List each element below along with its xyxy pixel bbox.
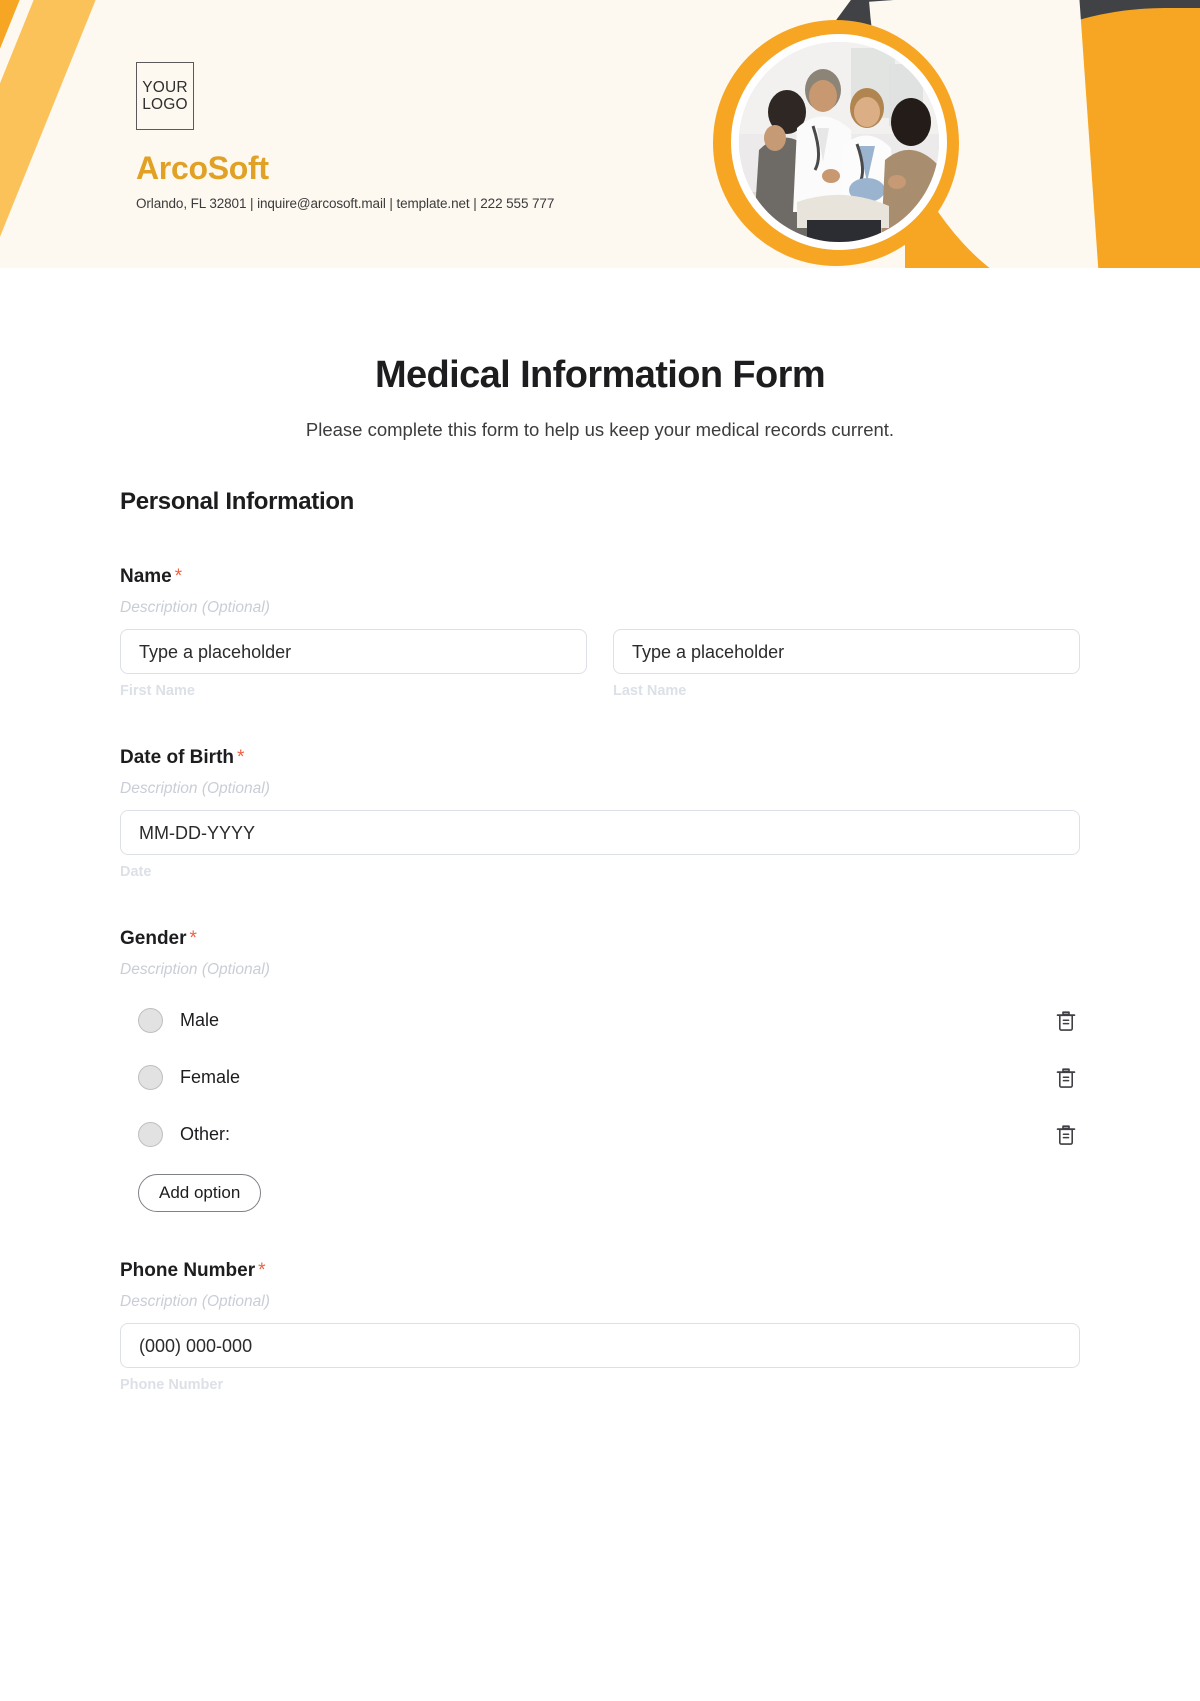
gender-option-female[interactable]: Female	[120, 1054, 1080, 1101]
date-of-birth-sublabel: Date	[120, 864, 152, 880]
field-description-gender: Description (Optional)	[120, 961, 270, 978]
page-header: YOUR LOGO ArcoSoft Orlando, FL 32801 | i…	[0, 0, 1200, 268]
phone-number-sublabel: Phone Number	[120, 1377, 224, 1393]
phone-number-placeholder: (000) 000-000	[139, 1335, 253, 1356]
gender-option-other[interactable]: Other:	[120, 1111, 1080, 1158]
phone-number-column: (000) 000-000 Phone Number	[120, 1323, 1080, 1393]
first-name-placeholder: Type a placeholder	[139, 641, 292, 662]
radio-icon[interactable]	[138, 1122, 163, 1147]
phone-number-input-row: (000) 000-000 Phone Number	[120, 1323, 1080, 1393]
date-of-birth-input[interactable]: MM-DD-YYYY	[120, 810, 1080, 855]
last-name-placeholder: Type a placeholder	[632, 641, 785, 662]
gender-option-list: Male Female Other:	[120, 997, 1080, 1158]
brand-contact-line: Orlando, FL 32801 | inquire@arcosoft.mai…	[136, 196, 555, 211]
field-label-date-of-birth-text: Date of Birth	[120, 747, 234, 768]
last-name-input[interactable]: Type a placeholder	[613, 629, 1080, 674]
trash-icon[interactable]	[1052, 1064, 1080, 1092]
section-title-personal-information: Personal Information	[120, 488, 355, 515]
field-label-gender: Gender *	[120, 928, 1080, 950]
field-label-name-text: Name	[120, 566, 172, 587]
field-label-gender-text: Gender	[120, 928, 187, 949]
trash-icon[interactable]	[1052, 1121, 1080, 1149]
page-subtitle: Please complete this form to help us kee…	[305, 419, 895, 440]
last-name-sublabel: Last Name	[613, 683, 687, 699]
decorative-stripe-light	[0, 0, 132, 268]
logo-line-2: LOGO	[142, 96, 188, 113]
form-content: Medical Information Form Please complete…	[0, 354, 1200, 1393]
date-of-birth-input-row: MM-DD-YYYY Date	[120, 810, 1080, 880]
first-name-sublabel: First Name	[120, 683, 195, 699]
field-label-phone-number: Phone Number *	[120, 1260, 1080, 1282]
gender-option-label: Other:	[180, 1124, 231, 1144]
page-root: YOUR LOGO ArcoSoft Orlando, FL 32801 | i…	[0, 0, 1200, 1701]
first-name-column: Type a placeholder First Name	[120, 629, 587, 699]
field-gender: Gender * Description (Optional) Male Fem…	[120, 928, 1080, 1212]
phone-number-input[interactable]: (000) 000-000	[120, 1323, 1080, 1368]
required-marker: *	[189, 928, 197, 949]
brand-block: YOUR LOGO ArcoSoft Orlando, FL 32801 | i…	[136, 62, 554, 211]
first-name-input[interactable]: Type a placeholder	[120, 629, 587, 674]
field-description-date-of-birth: Description (Optional)	[120, 780, 270, 797]
logo-placeholder: YOUR LOGO	[136, 62, 194, 130]
brand-name: ArcoSoft	[136, 150, 269, 186]
field-name: Name * Description (Optional) Type a plac…	[120, 566, 1080, 699]
field-phone-number: Phone Number * Description (Optional) (00…	[120, 1260, 1080, 1393]
radio-icon[interactable]	[138, 1008, 163, 1033]
radio-icon[interactable]	[138, 1065, 163, 1090]
field-description-phone-number: Description (Optional)	[120, 1293, 270, 1310]
gender-option-male[interactable]: Male	[120, 997, 1080, 1044]
field-label-name: Name *	[120, 566, 1080, 588]
add-option-button[interactable]: Add option	[138, 1174, 262, 1212]
required-marker: *	[237, 747, 245, 768]
name-input-row: Type a placeholder First Name Type a pla…	[120, 629, 1080, 699]
field-label-phone-number-text: Phone Number	[120, 1260, 256, 1281]
page-title: Medical Information Form	[374, 354, 826, 396]
header-photo	[739, 42, 939, 242]
gender-option-label: Male	[180, 1010, 220, 1030]
trash-icon[interactable]	[1052, 1007, 1080, 1035]
date-of-birth-placeholder: MM-DD-YYYY	[139, 822, 255, 843]
required-marker: *	[258, 1260, 266, 1281]
required-marker: *	[174, 566, 183, 587]
logo-line-1: YOUR	[142, 79, 188, 96]
field-date-of-birth: Date of Birth * Description (Optional) MM…	[120, 747, 1080, 880]
date-of-birth-column: MM-DD-YYYY Date	[120, 810, 1080, 880]
field-label-date-of-birth: Date of Birth *	[120, 747, 1080, 769]
last-name-column: Type a placeholder Last Name	[613, 629, 1080, 699]
gender-option-label: Female	[180, 1067, 241, 1087]
field-description-name: Description (Optional)	[120, 599, 270, 616]
